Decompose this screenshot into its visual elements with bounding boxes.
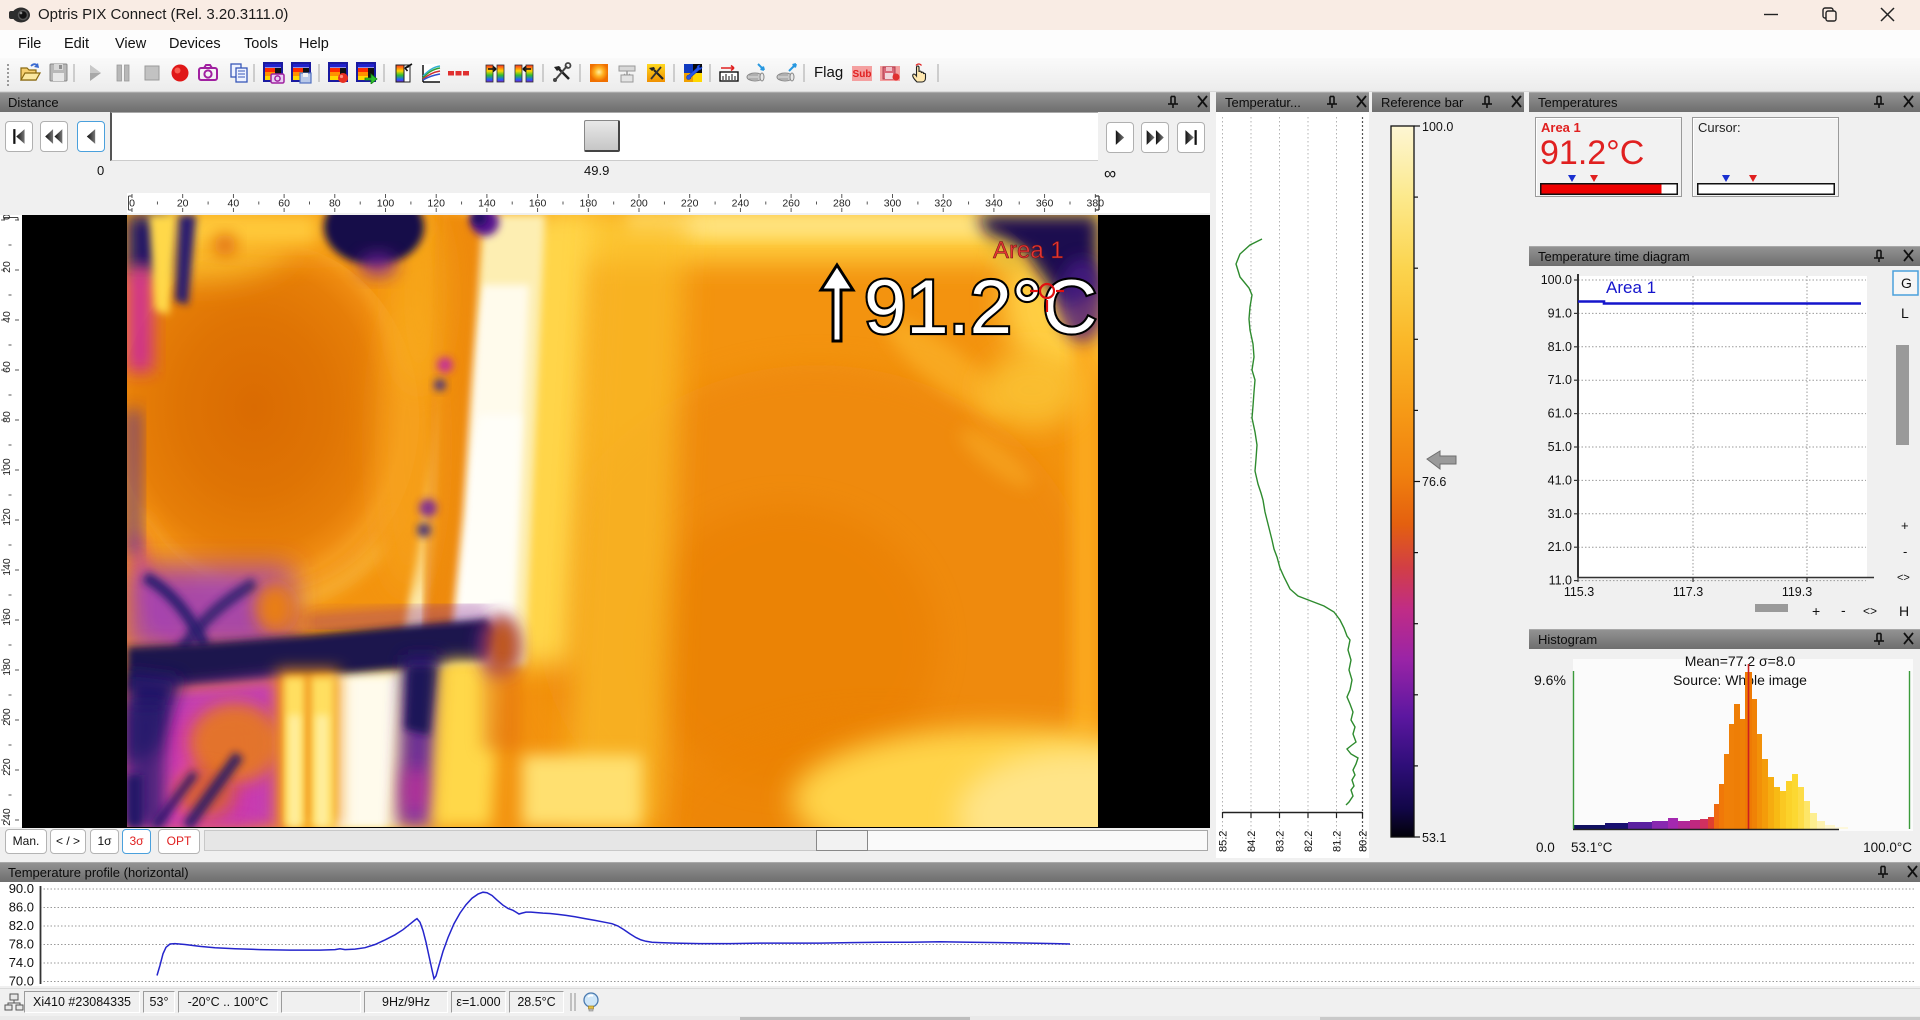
svg-text:81.0: 81.0 [1548, 340, 1572, 354]
svg-text:80: 80 [1, 411, 13, 423]
svg-text:320: 320 [934, 198, 952, 210]
svg-text:220: 220 [1, 758, 13, 776]
svg-text:340: 340 [985, 198, 1003, 210]
svg-text:0: 0 [1, 215, 13, 220]
svg-text:51.0: 51.0 [1548, 440, 1572, 454]
svg-text:180: 180 [1, 658, 13, 676]
svg-text:100: 100 [377, 198, 395, 210]
svg-text:240: 240 [732, 198, 750, 210]
svg-text:85.2: 85.2 [1218, 831, 1230, 852]
svg-text:20: 20 [1, 261, 13, 273]
svg-text:H: H [1899, 603, 1909, 619]
svg-text:-: - [1903, 544, 1907, 559]
svg-text:115.3: 115.3 [1564, 585, 1594, 599]
svg-text:100.0: 100.0 [1422, 120, 1453, 134]
svg-text:80.2: 80.2 [1358, 831, 1370, 852]
svg-text:<>: <> [1897, 572, 1910, 584]
svg-text:53.1°C: 53.1°C [1571, 840, 1613, 855]
svg-text:200: 200 [630, 198, 648, 210]
svg-text:60: 60 [278, 198, 290, 210]
svg-text:81.2: 81.2 [1332, 831, 1344, 852]
svg-text:82.2: 82.2 [1303, 831, 1315, 852]
svg-text:91.0: 91.0 [1548, 306, 1572, 320]
svg-text:20: 20 [177, 198, 189, 210]
svg-text:53.1: 53.1 [1422, 831, 1446, 845]
svg-text:Area 1: Area 1 [993, 237, 1064, 264]
svg-text:380: 380 [1087, 198, 1105, 210]
svg-text:60: 60 [1, 361, 13, 373]
svg-text:86.0: 86.0 [9, 900, 34, 915]
svg-text:300: 300 [884, 198, 902, 210]
svg-text:74.0: 74.0 [9, 955, 34, 970]
svg-text:119.3: 119.3 [1782, 585, 1812, 599]
svg-text:0.0: 0.0 [1536, 840, 1555, 855]
svg-text:84.2: 84.2 [1246, 831, 1258, 852]
svg-text:40: 40 [228, 198, 240, 210]
svg-text:140: 140 [478, 198, 496, 210]
svg-text:83.2: 83.2 [1275, 831, 1287, 852]
svg-text:82.0: 82.0 [9, 918, 34, 933]
svg-text:180: 180 [580, 198, 598, 210]
svg-text:117.3: 117.3 [1673, 585, 1703, 599]
svg-text:Source: Whole image: Source: Whole image [1673, 672, 1807, 688]
svg-text:G: G [1901, 275, 1912, 291]
svg-text:Mean=77.2 σ=8.0: Mean=77.2 σ=8.0 [1685, 653, 1796, 669]
svg-text:-: - [1841, 602, 1846, 618]
svg-text:40: 40 [1, 311, 13, 323]
svg-text:+: + [1812, 603, 1820, 619]
svg-text:200: 200 [1, 708, 13, 726]
svg-text:100.0°C: 100.0°C [1863, 840, 1912, 855]
svg-text:71.0: 71.0 [1548, 373, 1572, 387]
svg-text:9.6%: 9.6% [1534, 672, 1566, 688]
svg-text:160: 160 [529, 198, 547, 210]
svg-text:160: 160 [1, 608, 13, 626]
svg-text:80: 80 [329, 198, 341, 210]
svg-text:Area 1: Area 1 [1606, 278, 1656, 297]
svg-text:91.2°C: 91.2°C [864, 265, 1097, 350]
svg-text:21.0: 21.0 [1548, 540, 1572, 554]
svg-text:140: 140 [1, 558, 13, 576]
svg-text:70.0: 70.0 [9, 974, 34, 987]
svg-text:Sub: Sub [853, 69, 872, 80]
svg-text:41.0: 41.0 [1548, 473, 1572, 487]
svg-text:L: L [1901, 305, 1909, 321]
svg-text:120: 120 [427, 198, 445, 210]
svg-text:260: 260 [782, 198, 800, 210]
svg-text:120: 120 [1, 508, 13, 526]
svg-text:240: 240 [1, 808, 13, 826]
svg-text:360: 360 [1036, 198, 1054, 210]
svg-text:61.0: 61.0 [1548, 407, 1572, 421]
svg-text:280: 280 [833, 198, 851, 210]
svg-text:220: 220 [681, 198, 699, 210]
svg-text:100.0: 100.0 [1541, 273, 1572, 287]
svg-text:78.0: 78.0 [9, 937, 34, 952]
svg-text:90.0: 90.0 [9, 882, 34, 896]
svg-text:76.6: 76.6 [1422, 475, 1446, 489]
svg-text:31.0: 31.0 [1548, 507, 1572, 521]
svg-text:100: 100 [1, 458, 13, 476]
svg-text:<>: <> [1863, 604, 1877, 618]
svg-text:0: 0 [129, 198, 135, 210]
svg-text:+: + [1901, 518, 1909, 533]
